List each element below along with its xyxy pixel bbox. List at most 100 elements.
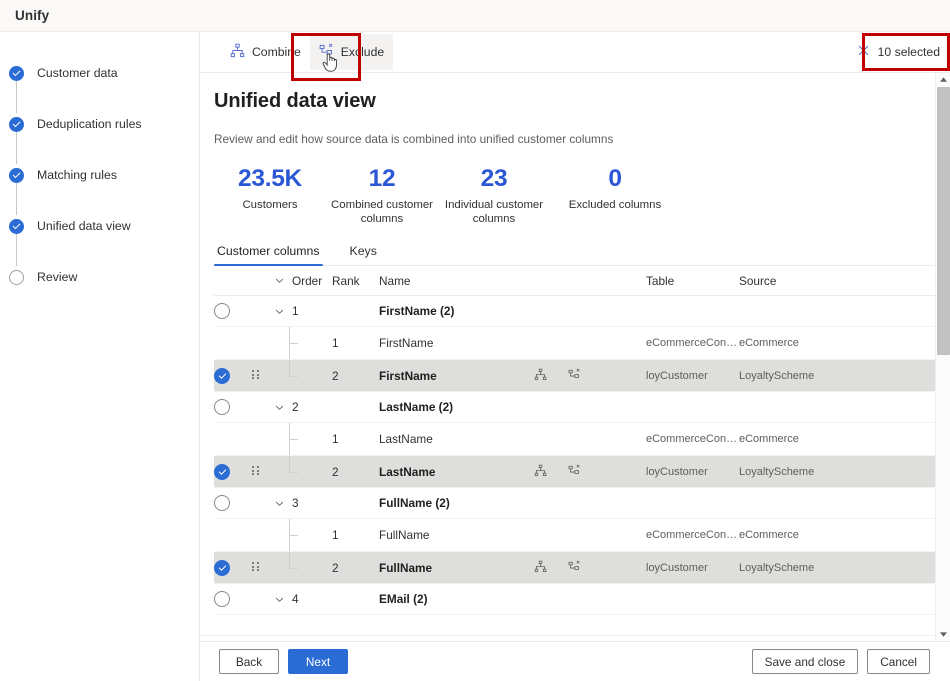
cell-name: LastName xyxy=(379,464,436,479)
footer-right-buttons: Save and close Cancel xyxy=(751,649,930,674)
vertical-scrollbar[interactable] xyxy=(935,73,950,641)
header-source[interactable]: Source xyxy=(739,274,859,288)
cell-source: LoyaltyScheme xyxy=(739,561,815,574)
row-drag-cell[interactable] xyxy=(245,562,267,573)
row-drag-cell[interactable] xyxy=(245,370,267,381)
footer-left-buttons: Back Next xyxy=(219,649,348,674)
tree-connector-line xyxy=(289,551,290,568)
checkbox-unchecked-icon[interactable] xyxy=(214,591,230,608)
wizard-step-review[interactable]: Review xyxy=(0,266,199,288)
back-button[interactable]: Back xyxy=(219,649,279,674)
stat-label: Individual customer columns xyxy=(444,198,544,226)
row-expand-toggle[interactable] xyxy=(267,306,292,317)
tree-connector-stub xyxy=(289,375,298,377)
tree-connector-stub xyxy=(289,343,298,345)
table-row[interactable]: 1 FullName eCommerceConta... eCommerce xyxy=(214,519,935,552)
command-bar: Combine Exclude 10 selected xyxy=(200,32,950,73)
app-title: Unify xyxy=(15,8,50,23)
table-group-row[interactable]: 4 EMail (2) xyxy=(214,584,935,616)
row-select-radio[interactable] xyxy=(214,495,245,512)
wizard-step-customer-data[interactable]: Customer data xyxy=(0,62,199,113)
table-row[interactable]: 2 LastName loyCustomer LoyaltyScheme xyxy=(214,455,935,489)
exclude-hierarchy-icon[interactable] xyxy=(568,368,581,384)
row-expand-toggle[interactable] xyxy=(267,402,292,413)
stat-card: 12 Combined customer columns xyxy=(326,165,438,226)
combine-hierarchy-icon[interactable] xyxy=(534,368,547,384)
table-group-row[interactable]: 1 FirstName (2) xyxy=(214,296,935,328)
cancel-button[interactable]: Cancel xyxy=(867,649,930,674)
vertical-scrollbar-thumb[interactable] xyxy=(937,87,950,355)
drag-handle-icon[interactable] xyxy=(252,466,260,477)
cell-order: 3 xyxy=(292,496,299,511)
cell-name: LastName (2) xyxy=(379,400,454,415)
save-and-close-button[interactable]: Save and close xyxy=(751,649,859,674)
table-row[interactable]: 2 FullName loyCustomer LoyaltyScheme xyxy=(214,551,935,585)
combine-hierarchy-icon[interactable] xyxy=(534,560,547,576)
header-name[interactable]: Name xyxy=(379,274,534,288)
wizard-step-matching-rules[interactable]: Matching rules xyxy=(0,164,199,215)
tab-customer-columns[interactable]: Customer columns xyxy=(214,244,323,267)
cell-order: 4 xyxy=(292,592,299,607)
row-select-radio[interactable] xyxy=(214,399,245,416)
wizard-step-unified-data-view[interactable]: Unified data view xyxy=(0,215,199,266)
wizard-step-label: Matching rules xyxy=(37,168,117,182)
checkbox-checked-icon[interactable] xyxy=(214,463,230,480)
checkbox-checked-icon[interactable] xyxy=(214,559,230,576)
table-group-row[interactable]: 2 LastName (2) xyxy=(214,392,935,424)
row-expand-toggle[interactable] xyxy=(267,594,292,605)
page-subtitle: Review and edit how source data is combi… xyxy=(214,132,614,146)
wizard-step-connector xyxy=(16,182,18,215)
cell-source: LoyaltyScheme xyxy=(739,369,815,382)
combine-button[interactable]: Combine xyxy=(221,34,310,70)
combine-button-label: Combine xyxy=(252,45,301,59)
header-expand-all-toggle[interactable] xyxy=(267,275,292,286)
header-order[interactable]: Order xyxy=(292,274,332,288)
scroll-down-arrow[interactable] xyxy=(936,628,950,641)
cell-rank: 1 xyxy=(332,432,339,447)
exclude-hierarchy-icon[interactable] xyxy=(568,560,581,576)
row-select-radio[interactable] xyxy=(214,591,245,608)
scroll-up-arrow[interactable] xyxy=(936,73,950,86)
row-select-radio[interactable] xyxy=(214,303,245,320)
cell-name: FullName xyxy=(379,560,433,575)
row-select-checkbox[interactable] xyxy=(214,559,245,576)
cell-source: LoyaltyScheme xyxy=(739,465,815,478)
next-button[interactable]: Next xyxy=(288,649,348,674)
drag-handle-icon[interactable] xyxy=(252,370,260,381)
checkbox-unchecked-icon[interactable] xyxy=(214,399,230,416)
step-complete-check-icon xyxy=(9,167,24,183)
cell-name: FullName (2) xyxy=(379,496,450,511)
table-row[interactable]: 1 LastName eCommerceConta... eCommerce xyxy=(214,423,935,456)
exclude-button[interactable]: Exclude xyxy=(309,34,394,70)
summary-stats: 23.5K Customers 12 Combined customer column… xyxy=(214,165,935,226)
cell-name: FirstName (2) xyxy=(379,304,455,319)
cell-name: FirstName xyxy=(379,368,437,383)
row-select-checkbox[interactable] xyxy=(214,463,245,480)
table-body: 1 FirstName (2) 1 FirstName eCommerceConta..… xyxy=(214,296,935,616)
table-row[interactable]: 1 FirstName eCommerceConta... eCommerce xyxy=(214,327,935,360)
cell-row-actions xyxy=(534,464,646,480)
clear-selection-button[interactable]: 10 selected xyxy=(847,37,950,67)
wizard-rail: Customer data Deduplication rules Matching… xyxy=(0,32,200,681)
chevron-down-icon xyxy=(275,309,284,314)
drag-handle-icon[interactable] xyxy=(252,562,260,573)
row-drag-cell[interactable] xyxy=(245,466,267,477)
cell-source: eCommerce xyxy=(739,529,799,542)
header-table[interactable]: Table xyxy=(646,274,739,288)
combine-hierarchy-icon[interactable] xyxy=(534,464,547,480)
header-rank[interactable]: Rank xyxy=(332,274,379,288)
table-group-row[interactable]: 3 FullName (2) xyxy=(214,488,935,520)
exclude-hierarchy-icon[interactable] xyxy=(568,464,581,480)
cell-table: eCommerceConta... xyxy=(646,337,739,350)
checkbox-checked-icon[interactable] xyxy=(214,367,230,384)
wizard-step-connector xyxy=(16,131,18,164)
checkbox-unchecked-icon[interactable] xyxy=(214,303,230,320)
row-select-checkbox[interactable] xyxy=(214,367,245,384)
row-expand-toggle[interactable] xyxy=(267,498,292,509)
unify-window: Unify Customer data Deduplication rules Ma… xyxy=(0,0,950,681)
wizard-step-deduplication-rules[interactable]: Deduplication rules xyxy=(0,113,199,164)
command-bar-left-group: Combine Exclude xyxy=(221,34,394,70)
tab-keys[interactable]: Keys xyxy=(347,244,380,266)
checkbox-unchecked-icon[interactable] xyxy=(214,495,230,512)
table-row[interactable]: 2 FirstName loyCustomer LoyaltyScheme xyxy=(214,359,935,393)
